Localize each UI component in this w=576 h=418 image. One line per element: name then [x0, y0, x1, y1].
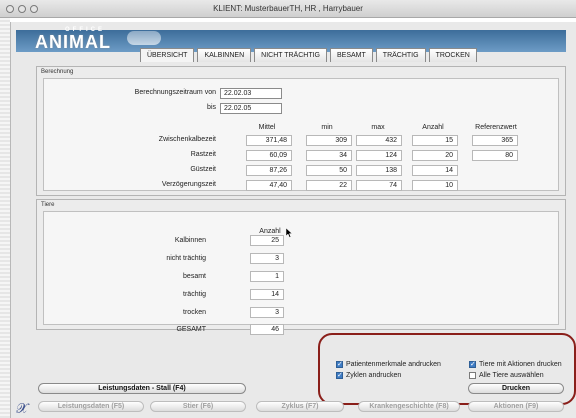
zyklen-checkbox[interactable]: Zyklen andrucken [336, 371, 402, 379]
guestzeit-max: 138 [356, 165, 402, 176]
zyklus-button[interactable]: Zyklus (F7) [256, 401, 344, 412]
tiere-label-besamt: besamt [183, 273, 206, 280]
krankengeschichte-button[interactable]: Krankengeschichte (F8) [358, 401, 460, 412]
zwischenkalbezeit-anzahl: 15 [412, 135, 458, 146]
guestzeit-min: 50 [306, 165, 352, 176]
tiere-value-besamt: 1 [250, 271, 284, 282]
von-label: Berechnungszeitraum von [134, 89, 216, 96]
guestzeit-mittel: 87,26 [246, 165, 292, 176]
cow-logo-icon [127, 31, 161, 45]
berechnung-title: Berechnung [41, 69, 74, 75]
tiere-label-trocken: trocken [183, 309, 206, 316]
rastzeit-mittel: 60,09 [246, 150, 292, 161]
tiere-label-traechtig: trächtig [183, 291, 206, 298]
zwischenkalbezeit-min: 309 [306, 135, 352, 146]
tab-traechtig[interactable]: TRÄCHTIG [375, 48, 426, 62]
zyklen-label: Zyklen andrucken [346, 372, 402, 379]
tiere-value-gesamt: 46 [250, 324, 284, 335]
verzoegerungszeit-mittel: 47,40 [246, 180, 292, 191]
date-to-field[interactable]: 22.02.05 [220, 103, 282, 114]
guestzeit-anzahl: 14 [412, 165, 458, 176]
column-header-anzahl: Anzahl [422, 124, 444, 131]
patientenmerkmale-label: Patientenmerkmale andrucken [346, 361, 441, 368]
tiere-value-kalbinnen: 25 [250, 235, 284, 246]
tiere-label-gesamt: GESAMT [176, 326, 206, 333]
column-header-min: min [321, 124, 333, 131]
row-label-rastzeit: Rastzeit [190, 151, 216, 158]
tab-nicht-traechtig[interactable]: NICHT TRÄCHTIG [254, 48, 327, 62]
tiere-aktionen-label: Tiere mit Aktionen drucken [479, 361, 562, 368]
leistungsdaten-stall-button[interactable]: Leistungsdaten - Stall (F4) [38, 383, 246, 394]
tab-bar: ÜBERSICHT KALBINNEN NICHT TRÄCHTIG BESAM… [140, 48, 480, 62]
tab-besamt[interactable]: BESAMT [330, 48, 373, 62]
zwischenkalbezeit-mittel: 371,48 [246, 135, 292, 146]
tiere-value-traechtig: 14 [250, 289, 284, 300]
berechnung-panel: Berechnung [36, 66, 566, 196]
column-header-max: max [371, 124, 385, 131]
aktionen-button[interactable]: Aktionen (F9) [468, 401, 564, 412]
verzoegerungszeit-anzahl: 10 [412, 180, 458, 191]
tiere-aktionen-checkbox[interactable]: Tiere mit Aktionen drucken [469, 360, 562, 368]
alle-tiere-label: Alle Tiere auswählen [479, 372, 544, 379]
zwischenkalbezeit-referenzwert[interactable]: 365 [472, 135, 518, 146]
tab-kalbinnen[interactable]: KALBINNEN [197, 48, 252, 62]
drucken-button[interactable]: Drucken [468, 383, 564, 394]
checkbox-unchecked-icon [469, 372, 476, 379]
checkbox-checked-icon [336, 360, 343, 368]
rastzeit-max: 124 [356, 150, 402, 161]
tiere-value-nicht-traechtig: 3 [250, 253, 284, 264]
row-label-guestzeit: Güstzeit [190, 166, 216, 173]
tab-uebersicht[interactable]: ÜBERSICHT [140, 48, 195, 62]
animal-office-logo: OFFICE ANIMAL [35, 27, 161, 52]
tiere-inner [43, 211, 559, 325]
leistungsdaten-button[interactable]: Leistungsdaten (F5) [38, 401, 144, 412]
tiere-value-trocken: 3 [250, 307, 284, 318]
window-title: KLIENT: MusterbauerTH, HR , Harrybauer [213, 4, 363, 13]
mouse-pointer-icon [286, 228, 293, 238]
verzoegerungszeit-max: 74 [356, 180, 402, 191]
verzoegerungszeit-min: 22 [306, 180, 352, 191]
tiere-label-kalbinnen: Kalbinnen [174, 237, 206, 244]
date-from-field[interactable]: 22.02.03 [220, 88, 282, 99]
rastzeit-min: 34 [306, 150, 352, 161]
window-left-strip [0, 18, 10, 418]
stier-button[interactable]: Stier (F6) [150, 401, 246, 412]
rastzeit-referenzwert[interactable]: 80 [472, 150, 518, 161]
alle-tiere-checkbox[interactable]: Alle Tiere auswählen [469, 372, 544, 379]
zwischenkalbezeit-max: 432 [356, 135, 402, 146]
column-header-referenzwert: Referenzwert [475, 124, 517, 131]
row-label-verzoegerungszeit: Verzögerungszeit [161, 181, 216, 188]
patientenmerkmale-checkbox[interactable]: Patientenmerkmale andrucken [336, 360, 441, 368]
rastzeit-anzahl: 20 [412, 150, 458, 161]
row-label-zwischenkalbezeit: Zwischenkalbezeit [158, 136, 216, 143]
tab-trocken[interactable]: TROCKEN [428, 48, 477, 62]
tiere-label-nicht-traechtig: nicht trächtig [166, 255, 206, 262]
bis-label: bis [207, 104, 216, 111]
column-header-mittel: Mittel [258, 124, 276, 131]
tiere-column-anzahl: Anzahl [259, 228, 281, 235]
x-icon[interactable]: 𝒳 [14, 402, 30, 416]
checkbox-checked-icon [469, 360, 476, 368]
tiere-title: Tiere [41, 202, 55, 208]
checkbox-checked-icon [336, 371, 343, 379]
logo-animal-text: ANIMAL [35, 32, 111, 52]
window-titlebar: KLIENT: MusterbauerTH, HR , Harrybauer [0, 0, 576, 18]
